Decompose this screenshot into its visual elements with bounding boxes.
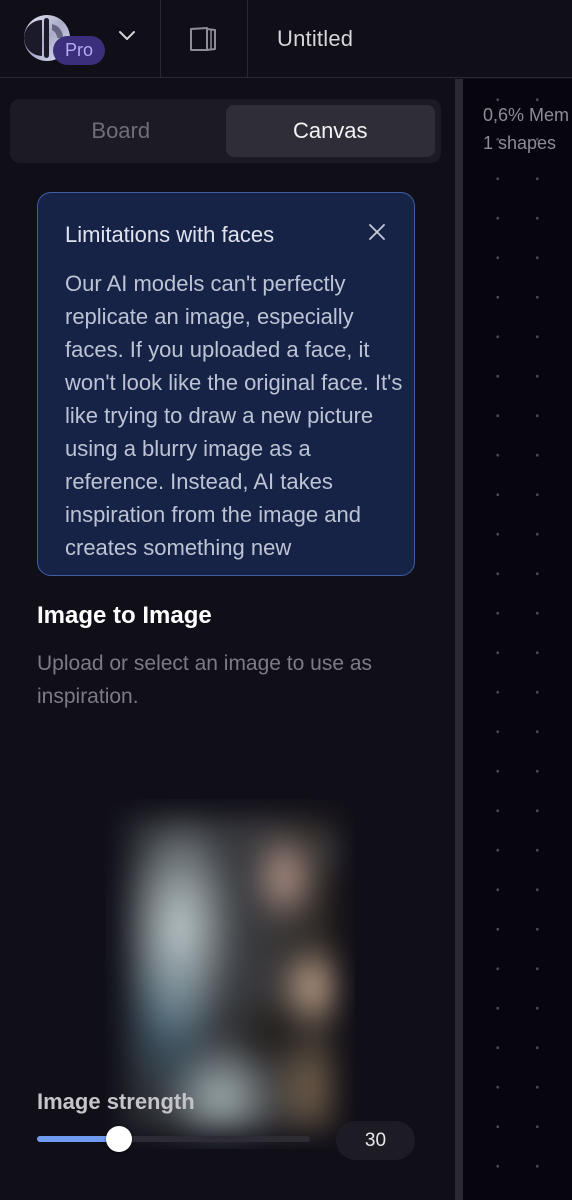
image-strength-slider[interactable] [37,1124,310,1154]
sidebar: Board Canvas Limitations with faces Our … [0,79,455,1200]
canvas-stats: 0,6% Mem 1 shapes [483,101,569,157]
document-title[interactable]: Untitled [248,0,353,77]
notice-body: Our AI models can't perfectly replicate … [65,271,403,560]
blurred-image [125,817,335,1131]
image-strength-label: Image strength [37,1089,195,1114]
view-tabs: Board Canvas [10,99,441,163]
slider-thumb[interactable] [105,1126,132,1152]
top-bar: Pro Untitled [0,0,572,78]
tab-board[interactable]: Board [16,105,226,157]
pages-icon [190,26,216,51]
panel-resize-handle[interactable] [455,79,463,1200]
image-to-image-description: Upload or select an image to use as insp… [37,652,373,708]
faces-limitation-notice: Limitations with faces Our AI models can… [37,192,415,576]
pro-badge: Pro [53,36,105,65]
tab-canvas[interactable]: Canvas [225,105,435,157]
image-strength-value[interactable]: 30 [336,1121,415,1160]
chevron-down-icon [119,31,135,40]
workspace-menu[interactable]: Pro [0,0,161,77]
memory-usage: 0,6% Mem [483,105,570,125]
pages-button[interactable] [161,0,248,77]
image-to-image-title: Image to Image [37,602,212,629]
close-icon[interactable] [366,221,388,243]
shape-count: 1 shapes [483,133,557,153]
canvas-area[interactable]: 0,6% Mem 1 shapes [463,79,572,1200]
notice-title: Limitations with faces [65,222,275,247]
